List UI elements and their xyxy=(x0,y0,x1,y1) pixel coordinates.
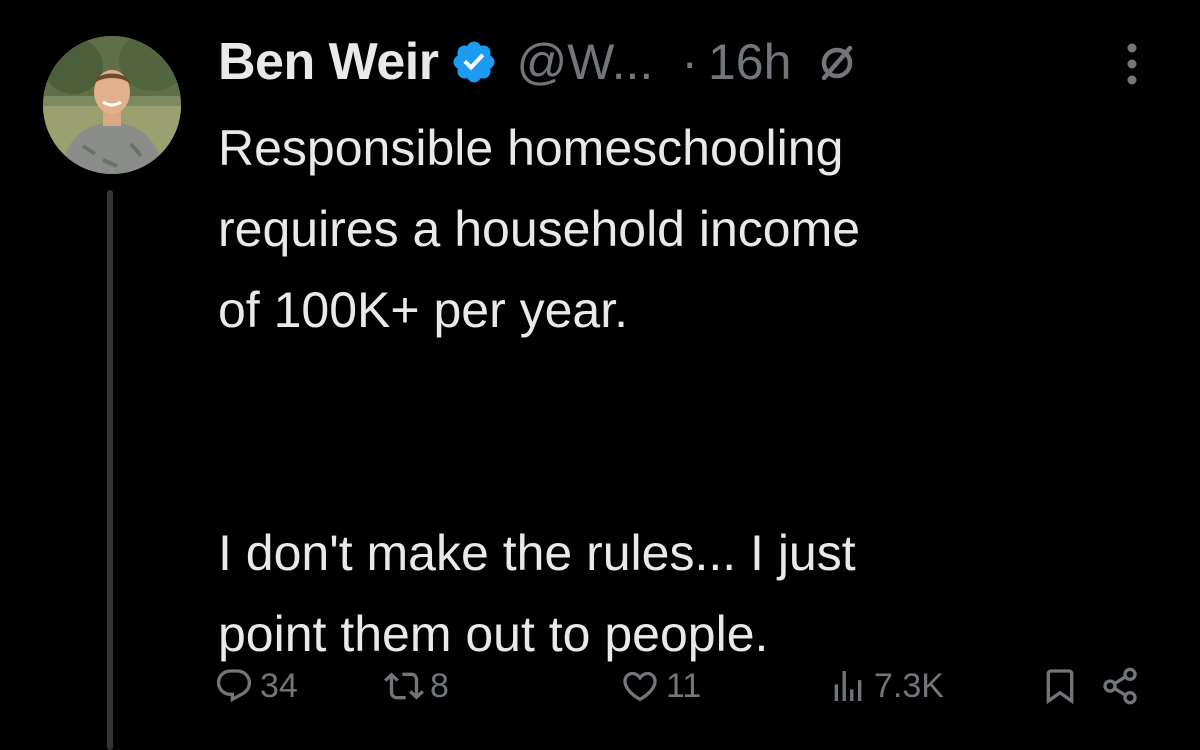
share-button[interactable] xyxy=(1100,664,1140,708)
more-vertical-icon[interactable] xyxy=(1122,40,1142,88)
retweet-count: 8 xyxy=(430,666,449,705)
bookmark-button[interactable] xyxy=(1040,664,1080,708)
circle-slash-icon xyxy=(817,42,857,82)
tweet[interactable]: Ben Weir @W... · 16h Responsible homesch… xyxy=(0,0,1200,750)
author-handle[interactable]: @W... xyxy=(516,33,653,91)
bar-chart-icon xyxy=(834,671,862,701)
like-count: 11 xyxy=(666,666,702,705)
reply-button[interactable]: 34 xyxy=(214,664,298,708)
retweet-button[interactable]: 8 xyxy=(384,664,449,708)
avatar[interactable] xyxy=(43,36,181,174)
tweet-line: of 100K+ per year. xyxy=(218,282,629,338)
tweet-line: Responsible homeschooling xyxy=(218,120,844,176)
tweet-header: Ben Weir @W... · 16h xyxy=(218,24,857,100)
avatar-photo xyxy=(43,36,181,174)
heart-icon xyxy=(623,671,657,702)
retweet-icon xyxy=(384,672,424,700)
views-button[interactable]: 7.3K xyxy=(828,664,944,708)
tweet-text: Responsible homeschooling requires a hou… xyxy=(218,108,1178,675)
speech-bubble-icon xyxy=(216,669,252,703)
author-display-name[interactable]: Ben Weir xyxy=(218,32,439,92)
verified-badge-icon xyxy=(450,38,498,86)
timestamp[interactable]: 16h xyxy=(708,33,791,91)
share-icon xyxy=(1103,667,1137,705)
like-button[interactable]: 11 xyxy=(620,664,701,708)
bookmark-icon xyxy=(1046,669,1074,705)
thread-line xyxy=(107,190,113,750)
reply-count: 34 xyxy=(260,666,298,705)
separator-dot: · xyxy=(681,34,698,90)
action-bar: 34 8 11 7.3K xyxy=(214,664,1154,708)
tweet-line: I don't make the rules... I just xyxy=(218,525,856,581)
tweet-line: requires a household income xyxy=(218,201,861,257)
tweet-line: point them out to people. xyxy=(218,606,769,662)
views-count: 7.3K xyxy=(874,666,944,705)
